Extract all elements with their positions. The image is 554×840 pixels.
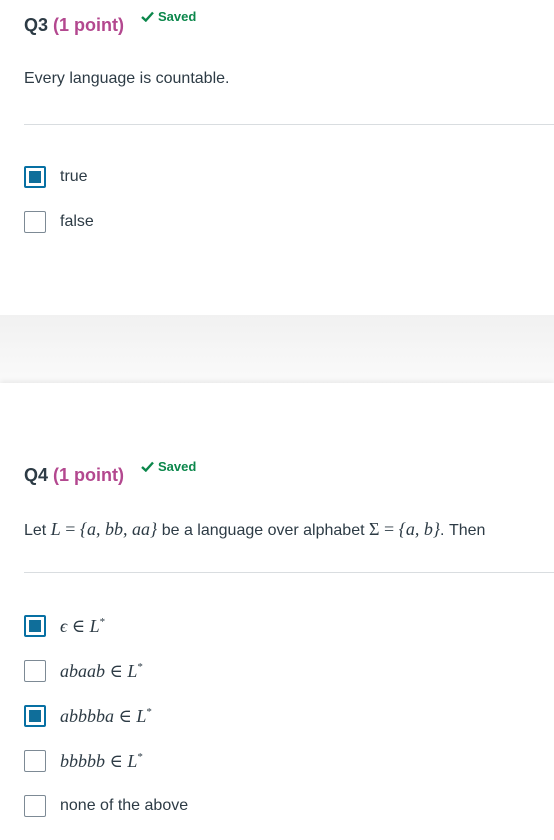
kleene-star: * bbox=[99, 615, 106, 628]
question-text-part: be a language over alphabet bbox=[157, 522, 369, 539]
answer-option-4[interactable]: bbbbb ∈ L* bbox=[24, 749, 143, 773]
checkbox[interactable] bbox=[24, 750, 46, 772]
checkbox[interactable] bbox=[24, 795, 46, 817]
option-label: abaab ∈ L* bbox=[60, 661, 143, 682]
answer-option-2[interactable]: abaab ∈ L* bbox=[24, 659, 143, 683]
kleene-star: * bbox=[146, 705, 152, 718]
saved-label: Saved bbox=[158, 459, 197, 474]
option-label: ϵ ∈ L* bbox=[60, 616, 105, 637]
language-symbol: L bbox=[127, 750, 138, 771]
checkbox[interactable] bbox=[24, 615, 46, 637]
option-label: true bbox=[60, 168, 88, 185]
answer-option-true[interactable]: true bbox=[24, 165, 88, 189]
saved-status: Saved bbox=[141, 9, 196, 24]
checkbox[interactable] bbox=[24, 166, 46, 188]
kleene-star: * bbox=[137, 660, 143, 673]
language-symbol: L bbox=[136, 705, 147, 726]
element-of-symbol: ∈ bbox=[71, 615, 86, 636]
question-header: Q4 (1 point) Saved bbox=[24, 459, 196, 486]
question-card-q4: Q4 (1 point) Saved Let L = {a, bb, aa} b… bbox=[0, 383, 554, 840]
option-word: bbbbb bbox=[60, 750, 105, 771]
element-of-symbol: ∈ bbox=[109, 660, 123, 681]
math-operator: = bbox=[60, 519, 80, 539]
option-word: abaab bbox=[60, 660, 105, 681]
option-word: abbbba bbox=[60, 705, 114, 726]
divider bbox=[24, 124, 554, 125]
answer-option-false[interactable]: false bbox=[24, 210, 94, 234]
option-label: none of the above bbox=[60, 797, 189, 814]
language-symbol: L bbox=[127, 660, 138, 681]
question-number: Q3 bbox=[24, 15, 49, 35]
question-number: Q4 bbox=[24, 465, 49, 485]
language-symbol: L bbox=[89, 615, 100, 636]
checkbox[interactable] bbox=[24, 705, 46, 727]
math-variable: L bbox=[50, 519, 61, 539]
question-header: Q3 (1 point) Saved bbox=[24, 9, 196, 36]
checkbox[interactable] bbox=[24, 660, 46, 682]
divider bbox=[24, 572, 554, 573]
element-of-symbol: ∈ bbox=[118, 705, 132, 726]
math-operator: = bbox=[379, 519, 399, 539]
question-points: (1 point) bbox=[53, 15, 124, 35]
math-set: {a, b} bbox=[398, 519, 441, 539]
saved-status: Saved bbox=[141, 459, 196, 474]
answer-option-1[interactable]: ϵ ∈ L* bbox=[24, 614, 105, 638]
option-word: ϵ bbox=[60, 615, 68, 636]
check-icon bbox=[141, 11, 154, 22]
question-text-part: Let bbox=[24, 522, 51, 539]
option-label: false bbox=[60, 213, 94, 230]
question-text-part: . Then bbox=[440, 522, 486, 539]
kleene-star: * bbox=[137, 750, 143, 763]
check-icon bbox=[141, 461, 154, 472]
math-set: {a, bb, aa} bbox=[79, 519, 158, 539]
element-of-symbol: ∈ bbox=[109, 750, 123, 771]
question-points: (1 point) bbox=[53, 465, 124, 485]
question-text: Every language is countable. bbox=[24, 70, 230, 87]
question-text: Let L = {a, bb, aa} be a language over a… bbox=[24, 519, 485, 540]
saved-label: Saved bbox=[158, 9, 197, 24]
option-label: bbbbb ∈ L* bbox=[60, 751, 143, 772]
math-symbol: Σ bbox=[369, 519, 380, 539]
answer-option-3[interactable]: abbbba ∈ L* bbox=[24, 704, 152, 728]
checkbox[interactable] bbox=[24, 211, 46, 233]
answer-option-5[interactable]: none of the above bbox=[24, 794, 188, 818]
question-card-q3: Q3 (1 point) Saved Every language is cou… bbox=[0, 0, 554, 315]
card-separator bbox=[0, 315, 554, 383]
option-label: abbbba ∈ L* bbox=[60, 706, 152, 727]
